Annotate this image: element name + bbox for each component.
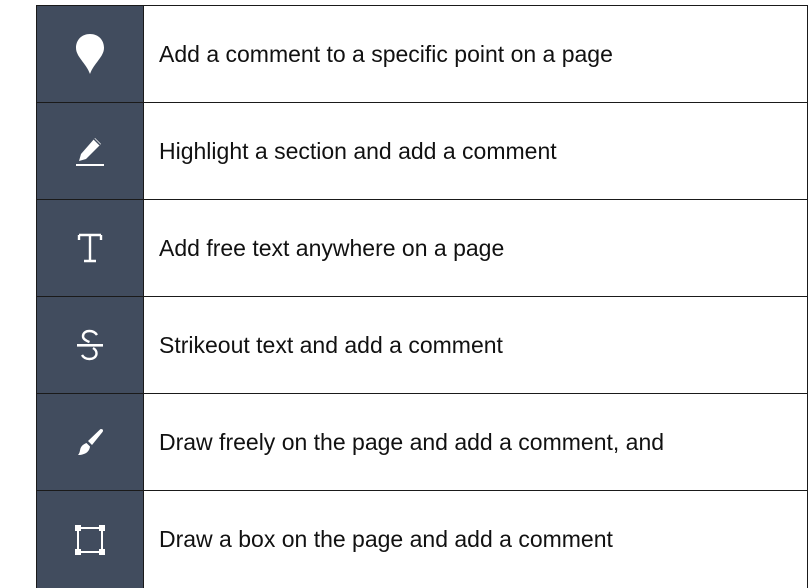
table-row: Draw freely on the page and add a commen…	[37, 394, 808, 491]
tool-description: Highlight a section and add a comment	[144, 103, 808, 200]
tool-description: Draw freely on the page and add a commen…	[144, 394, 808, 491]
tool-description: Add free text anywhere on a page	[144, 200, 808, 297]
table-row: Add free text anywhere on a page	[37, 200, 808, 297]
icon-cell	[37, 6, 144, 103]
highlight-pen-icon	[37, 135, 143, 167]
table-row: Highlight a section and add a comment	[37, 103, 808, 200]
tool-description: Draw a box on the page and add a comment	[144, 491, 808, 588]
tool-description: Add a comment to a specific point on a p…	[144, 6, 808, 103]
icon-cell	[37, 394, 144, 491]
icon-cell	[37, 491, 144, 588]
table-row: Draw a box on the page and add a comment	[37, 491, 808, 588]
icon-cell	[37, 297, 144, 394]
icon-cell	[37, 200, 144, 297]
icon-cell	[37, 103, 144, 200]
strikeout-s-icon	[37, 329, 143, 361]
annotation-tools-table: Add a comment to a specific point on a p…	[36, 5, 808, 588]
comment-pin-icon	[37, 33, 143, 75]
text-t-icon	[37, 233, 143, 263]
table-row: Add a comment to a specific point on a p…	[37, 6, 808, 103]
paintbrush-icon	[37, 427, 143, 457]
table-row: Strikeout text and add a comment	[37, 297, 808, 394]
tool-description: Strikeout text and add a comment	[144, 297, 808, 394]
box-rectangle-icon	[37, 524, 143, 556]
